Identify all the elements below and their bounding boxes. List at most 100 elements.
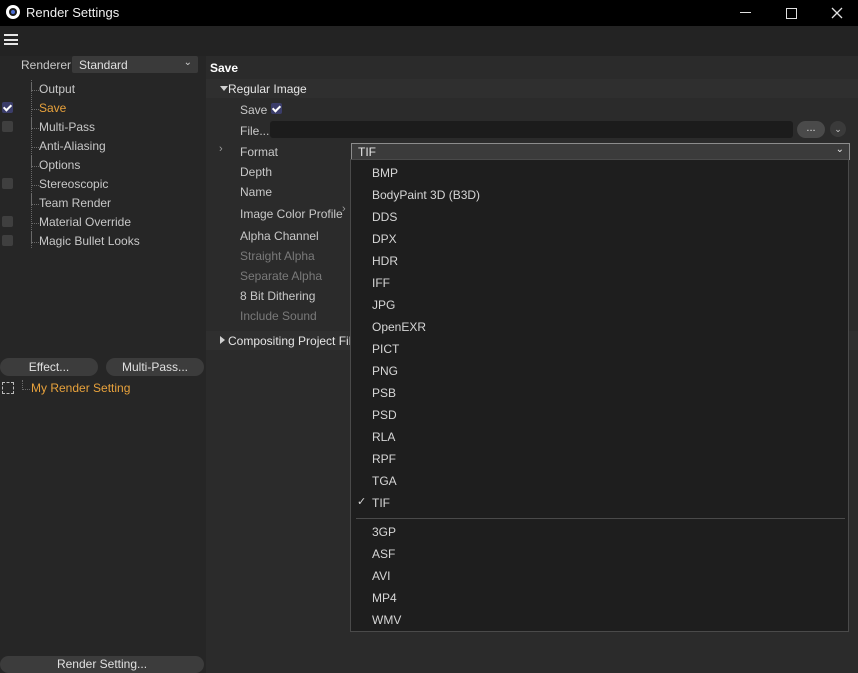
format-option[interactable]: PSD <box>351 404 848 426</box>
format-option[interactable]: RLA <box>351 426 848 448</box>
sidebar-item-label: Material Override <box>39 215 132 229</box>
format-option[interactable]: PICT <box>351 338 848 360</box>
menu-separator <box>356 518 845 519</box>
format-option[interactable]: ✓ TIF <box>351 492 848 514</box>
sidebar-item-save[interactable]: Save <box>0 99 206 118</box>
format-option[interactable]: HDR <box>351 250 848 272</box>
format-option[interactable]: RPF <box>351 448 848 470</box>
format-dropdown-list: BMP BodyPaint 3D (B3D) DDS DPX HDR IFF JPG Open… <box>350 159 849 632</box>
format-option-label: MP4 <box>372 591 397 605</box>
section-title: Save <box>210 61 239 75</box>
compositing-title: Compositing Project File <box>228 334 359 348</box>
format-option-label: AVI <box>372 569 391 583</box>
include-sound-label: Include Sound <box>240 309 317 323</box>
tree-connector <box>31 175 39 186</box>
tree-connector <box>31 80 39 91</box>
enable-checkbox[interactable] <box>2 216 13 227</box>
format-option-label: RPF <box>372 452 396 466</box>
file-path-field[interactable] <box>270 121 793 138</box>
expand-triangle-icon[interactable] <box>220 336 225 344</box>
name-label: Name <box>240 185 273 199</box>
format-option[interactable]: AVI <box>351 565 848 587</box>
expand-chevron-icon[interactable]: › <box>219 143 223 155</box>
format-option[interactable]: ASF <box>351 543 848 565</box>
straight-alpha-label: Straight Alpha <box>240 249 315 263</box>
minimize-button[interactable] <box>722 0 768 26</box>
tree-connector <box>31 99 39 110</box>
sidebar-item-magic-bullet-looks[interactable]: Magic Bullet Looks <box>0 232 206 251</box>
tree-connector <box>31 194 39 205</box>
sidebar-item-label: Options <box>39 158 81 172</box>
format-option[interactable]: PNG <box>351 360 848 382</box>
format-option-label: IFF <box>372 276 390 290</box>
tree-connector <box>31 118 39 129</box>
render-setting-item[interactable]: My Render Setting <box>31 381 130 395</box>
format-option-label: TIF <box>372 496 390 510</box>
menu-hamburger-icon[interactable] <box>4 34 18 45</box>
enable-checkbox[interactable] <box>2 178 13 189</box>
format-option[interactable]: 3GP <box>351 521 848 543</box>
close-button[interactable] <box>814 0 858 26</box>
maximize-button[interactable] <box>768 0 814 26</box>
format-option-label: BMP <box>372 166 399 180</box>
format-option[interactable]: DDS <box>351 206 848 228</box>
tree-connector <box>22 380 30 390</box>
format-option-label: DDS <box>372 210 398 224</box>
sidebar-item-label: Stereoscopic <box>39 177 109 191</box>
format-option-label: ASF <box>372 547 396 561</box>
format-option-label: HDR <box>372 254 398 268</box>
format-option-label: BodyPaint 3D (B3D) <box>372 188 481 202</box>
checkmark-icon: ✓ <box>357 496 367 508</box>
dithering-label: 8 Bit Dithering <box>240 289 316 303</box>
format-option[interactable]: DPX <box>351 228 848 250</box>
render-setting-button[interactable]: Render Setting... <box>0 656 204 673</box>
sidebar-item-team-render[interactable]: Team Render <box>0 194 206 213</box>
format-label: Format <box>240 145 279 159</box>
enable-checkbox[interactable] <box>2 121 13 132</box>
separate-alpha-label: Separate Alpha <box>240 269 323 283</box>
format-option[interactable]: BMP <box>351 162 848 184</box>
sidebar-item-output[interactable]: Output <box>0 80 206 99</box>
maximize-icon <box>785 7 797 19</box>
multipass-button[interactable]: Multi-Pass... <box>106 358 204 376</box>
file-browse-button[interactable]: ... <box>797 121 825 138</box>
sidebar-item-anti-aliasing[interactable]: Anti-Aliasing <box>0 137 206 156</box>
format-option-label: WMV <box>372 613 402 627</box>
sidebar-item-multi-pass[interactable]: Multi-Pass <box>0 118 206 137</box>
format-option[interactable]: MP4 <box>351 587 848 609</box>
format-option[interactable]: JPG <box>351 294 848 316</box>
effect-button[interactable]: Effect... <box>0 358 98 376</box>
alpha-channel-label: Alpha Channel <box>240 229 319 243</box>
format-option-label: JPG <box>372 298 396 312</box>
format-option[interactable]: BodyPaint 3D (B3D) <box>351 184 848 206</box>
format-option-label: PNG <box>372 364 399 378</box>
format-option-label: RLA <box>372 430 396 444</box>
sidebar-item-stereoscopic[interactable]: Stereoscopic <box>0 175 206 194</box>
format-option[interactable]: TGA <box>351 470 848 492</box>
enable-checkbox[interactable] <box>2 102 13 113</box>
expand-chevron-icon[interactable]: › <box>342 203 346 215</box>
collapse-triangle-icon[interactable] <box>220 86 228 91</box>
depth-label: Depth <box>240 165 273 179</box>
format-option[interactable]: PSB <box>351 382 848 404</box>
format-value: TIF <box>358 145 376 159</box>
format-option[interactable]: WMV <box>351 609 848 631</box>
format-option-label: 3GP <box>372 525 397 539</box>
sidebar-item-options[interactable]: Options <box>0 156 206 175</box>
format-option-label: OpenEXR <box>372 320 427 334</box>
format-option-label: PSD <box>372 408 397 422</box>
file-options-chevron-icon[interactable]: ⌄ <box>830 121 846 137</box>
format-option[interactable]: IFF <box>351 272 848 294</box>
sidebar-item-label: Magic Bullet Looks <box>39 234 140 248</box>
format-option-label: PSB <box>372 386 397 400</box>
sidebar-item-label: Save <box>39 101 67 115</box>
renderer-dropdown[interactable]: Standard ⌄ <box>72 56 198 73</box>
tree-connector <box>31 232 39 243</box>
format-option[interactable]: OpenEXR <box>351 316 848 338</box>
format-dropdown[interactable]: TIF ⌄ <box>351 143 850 160</box>
save-checkbox[interactable] <box>271 103 282 114</box>
enable-checkbox[interactable] <box>2 235 13 246</box>
sidebar-item-material-override[interactable]: Material Override <box>0 213 206 232</box>
tree-connector <box>31 156 39 167</box>
menu-bar <box>0 26 858 56</box>
